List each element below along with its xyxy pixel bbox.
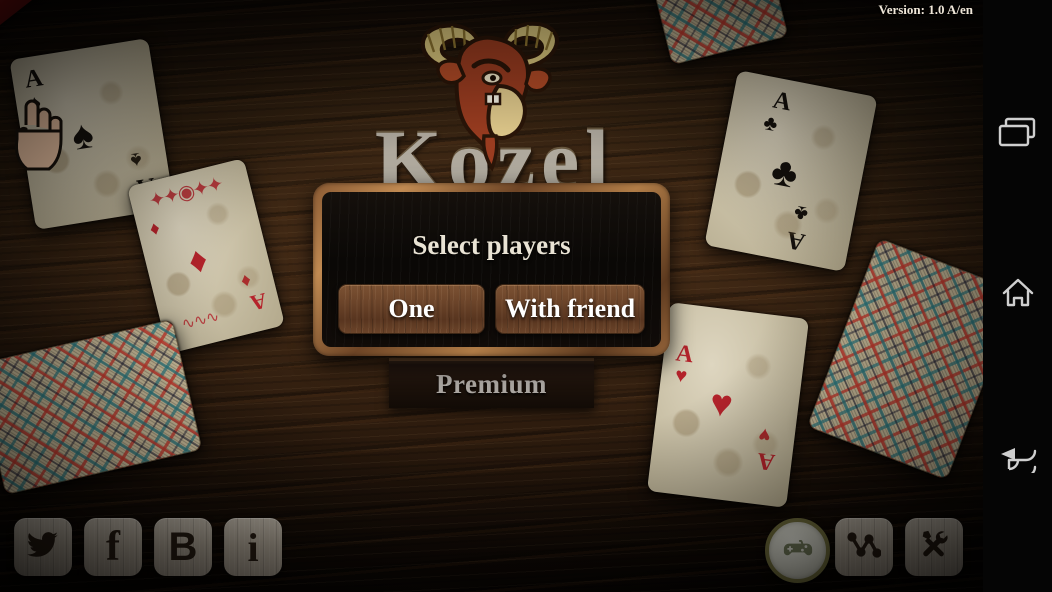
- card-suit-pip-center: ♦: [184, 238, 212, 282]
- card-suit-pip-small-inverted: ♣: [791, 200, 810, 227]
- home-icon: [1001, 277, 1035, 314]
- dialog-title: Select players: [412, 230, 571, 260]
- facebook-icon: f: [106, 524, 120, 570]
- recents-button[interactable]: [983, 100, 1052, 170]
- settings-button[interactable]: [905, 518, 963, 576]
- home-button[interactable]: [983, 260, 1052, 330]
- card-back-bottom-left: [0, 318, 203, 496]
- version-label: Version: 1.0 A/en: [878, 2, 974, 17]
- card-back-top: [651, 0, 789, 66]
- card-rank-inverted: A: [755, 447, 777, 476]
- tools-wrench-screwdriver-icon: [918, 529, 950, 566]
- stats-button[interactable]: [835, 518, 893, 576]
- card-suit-pip-small: ♥: [673, 364, 689, 388]
- gamepad-badge-icon: [783, 537, 813, 564]
- recents-icon: [998, 117, 1038, 154]
- ribbon-line-2: FOR FREE: [9, 0, 76, 2]
- facebook-button[interactable]: f: [84, 518, 142, 576]
- dialog-button-row: One With friend: [338, 284, 645, 334]
- card-suit-pip-small-lower: ♦: [238, 269, 254, 292]
- dialog-body: Select players One With friend: [322, 192, 661, 347]
- back-button[interactable]: [983, 425, 1052, 495]
- pointing-hand-icon: [8, 95, 70, 173]
- app-screen: A ♠ ♠ ♠ A ✦✦◉✦✦ ♦ ♦ ♦ A ∿∿∿ A ♣ ♣ ♣ A A …: [0, 0, 1052, 592]
- ram-mascot-logo: [400, 8, 580, 178]
- card-suit-pip-center: ♣: [767, 147, 802, 197]
- android-navigation-bar: [983, 0, 1052, 592]
- vk-icon: B: [168, 524, 198, 569]
- back-arrow-icon: [999, 443, 1037, 478]
- card-ace-of-hearts: A ♥ ♥ ♥ A: [646, 302, 810, 508]
- card-suit-pip-small: ♦: [147, 217, 163, 241]
- card-suit-pip-center: ♠: [68, 111, 97, 159]
- one-player-button[interactable]: One: [338, 284, 485, 334]
- one-player-label: One: [388, 294, 435, 323]
- premium-button[interactable]: Premium: [389, 358, 594, 408]
- with-friend-label: With friend: [504, 294, 636, 323]
- premium-label: Premium: [436, 369, 547, 399]
- card-rank: A: [674, 340, 695, 369]
- card-rank-inverted: A: [247, 288, 270, 317]
- info-button[interactable]: i: [224, 518, 282, 576]
- card-suit-pip-small-inverted: ♠: [128, 147, 144, 174]
- info-icon: i: [247, 524, 259, 570]
- card-suit-pip-small: ♣: [761, 110, 780, 137]
- stats-graph-icon: [847, 528, 882, 567]
- ribbon-text: PREMIUM FOR FREE: [2, 0, 76, 2]
- vk-button[interactable]: B: [154, 518, 212, 576]
- card-suit-pip-center: ♥: [707, 381, 736, 427]
- card-ornament-bottom: ∿∿∿: [180, 308, 221, 334]
- card-suit-pip-small-inverted: ♥: [757, 423, 772, 447]
- with-friend-button[interactable]: With friend: [495, 284, 645, 334]
- card-rank: A: [22, 64, 45, 94]
- card-back-right: [806, 237, 983, 481]
- twitter-button[interactable]: [14, 518, 72, 576]
- select-players-dialog: Select players One With friend: [313, 183, 670, 356]
- card-ace-of-clubs: A ♣ ♣ ♣ A: [704, 70, 878, 272]
- card-rank-inverted: A: [784, 225, 808, 256]
- game-background: A ♠ ♠ ♠ A ✦✦◉✦✦ ♦ ♦ ♦ A ∿∿∿ A ♣ ♣ ♣ A A …: [0, 0, 983, 592]
- play-games-button[interactable]: [765, 518, 830, 583]
- twitter-bird-icon: [27, 529, 59, 566]
- card-ornament: ✦✦◉✦✦: [146, 173, 225, 213]
